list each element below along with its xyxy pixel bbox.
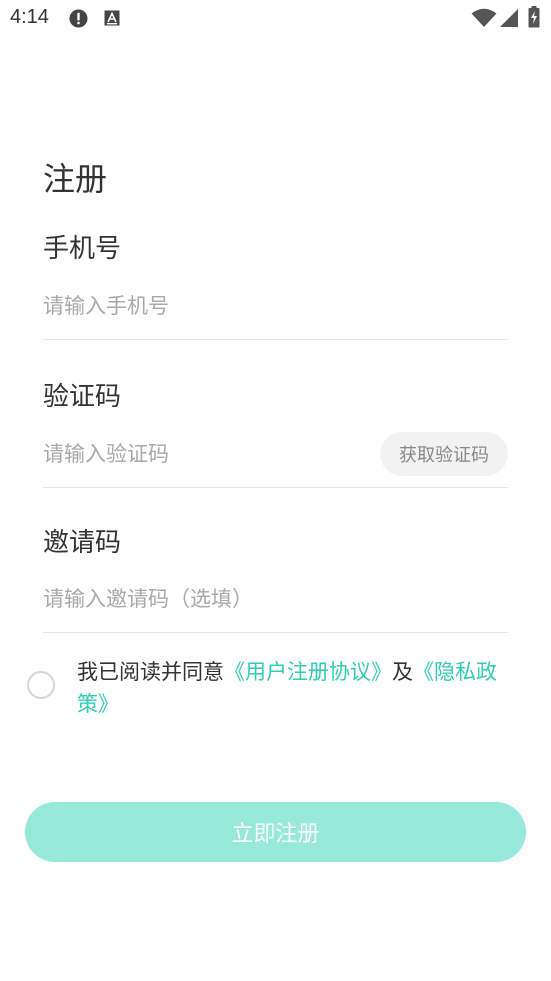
signal-icon: [500, 9, 518, 27]
invite-input[interactable]: [43, 579, 363, 619]
code-input[interactable]: [43, 434, 363, 474]
battery-charging-icon: [528, 6, 540, 28]
alert-icon: [69, 9, 88, 28]
agreement-text: 我已阅读并同意《用户注册协议》及《隐私政策》: [77, 656, 517, 720]
code-label: 验证码: [43, 382, 122, 412]
invite-divider: [43, 632, 508, 633]
agreement-conjunction: 及: [392, 660, 413, 684]
status-bar: 4:14: [0, 0, 551, 38]
agreement-prefix: 我已阅读并同意: [77, 660, 224, 684]
agree-checkbox[interactable]: [27, 671, 55, 699]
code-divider: [43, 487, 508, 488]
a-notification-icon: [104, 10, 120, 26]
user-agreement-link[interactable]: 《用户注册协议》: [224, 660, 392, 684]
invite-label: 邀请码: [43, 528, 122, 558]
phone-input[interactable]: [43, 286, 363, 326]
status-time: 4:14: [10, 6, 49, 28]
register-button[interactable]: 立即注册: [25, 802, 526, 862]
phone-divider: [43, 339, 508, 340]
phone-label: 手机号: [43, 234, 122, 264]
page-title: 注册: [43, 160, 108, 198]
get-code-button[interactable]: 获取验证码: [380, 432, 508, 476]
wifi-icon: [471, 8, 497, 27]
